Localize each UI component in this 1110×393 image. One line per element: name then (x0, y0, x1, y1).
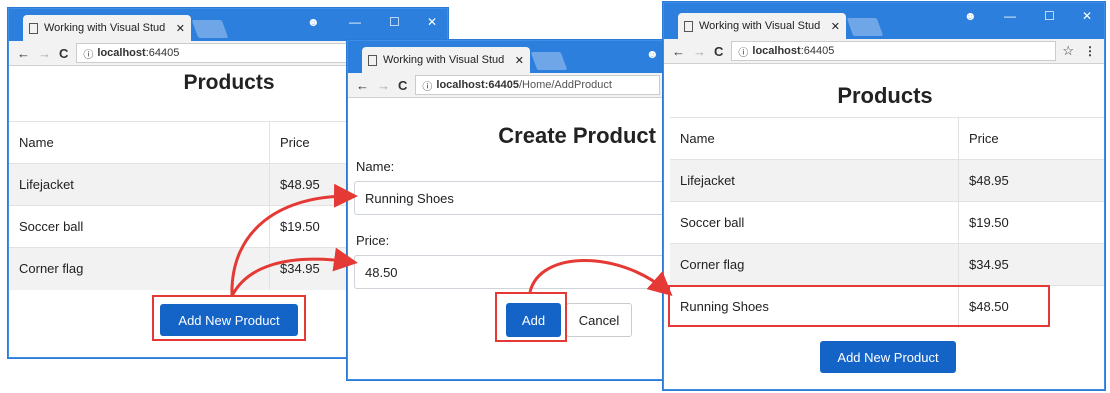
product-price: $48.95 (269, 163, 349, 206)
url-host: localhost (436, 79, 485, 91)
url-port: :64405 (484, 79, 519, 91)
page-icon (684, 20, 693, 32)
tab-title: Working with Visual Stud (44, 22, 166, 34)
info-icon[interactable]: ⓘ (422, 78, 432, 93)
url-path: /Home/AddProduct (518, 79, 612, 91)
back-icon[interactable]: ← (17, 46, 30, 61)
url-port: :64405 (145, 47, 180, 59)
highlight-add-button (495, 292, 567, 342)
product-name: Soccer ball (9, 205, 270, 248)
menu-icon[interactable]: ⋮ (1084, 44, 1096, 58)
info-icon[interactable]: ⓘ (83, 46, 93, 61)
products-table: Name Price Lifejacket $48.95 Soccer ball… (9, 121, 349, 290)
bookmark-star-icon[interactable]: ☆ (1062, 43, 1074, 59)
forward-icon[interactable]: → (38, 46, 51, 61)
tab-close-icon[interactable]: ✕ (831, 20, 840, 33)
table-row: Lifejacket $48.95 (670, 159, 1104, 202)
price-input[interactable]: 48.50 (354, 255, 666, 289)
add-new-product-button[interactable]: Add New Product (820, 341, 956, 373)
new-tab-button[interactable] (191, 20, 229, 38)
url-host: localhost (752, 45, 801, 57)
new-tab-button[interactable] (846, 18, 884, 36)
product-name: Soccer ball (670, 201, 959, 244)
title-bar: Working with Visual Stud ✕ ☻ — ☐ ✕ (9, 9, 447, 41)
column-header-name: Name (9, 121, 270, 164)
column-header-price: Price (269, 121, 349, 164)
product-price: $34.95 (958, 243, 1104, 286)
page-title: Create Product (498, 123, 656, 148)
account-icon[interactable]: ☻ (964, 9, 977, 23)
reload-icon[interactable]: C (714, 44, 723, 59)
product-price: $48.95 (958, 159, 1104, 202)
title-bar: Working with Visual Stud ✕ ☻ (348, 41, 666, 73)
close-icon[interactable]: ✕ (1082, 9, 1092, 23)
table-row: Soccer ball $19.50 (9, 205, 349, 248)
column-header-price: Price (958, 117, 1104, 160)
product-price: $19.50 (958, 201, 1104, 244)
back-icon[interactable]: ← (672, 44, 685, 59)
page-icon (368, 54, 377, 66)
forward-icon[interactable]: → (693, 44, 706, 59)
browser-tab[interactable]: Working with Visual Stud ✕ (362, 47, 530, 73)
minimize-icon[interactable]: — (349, 15, 361, 29)
tab-close-icon[interactable]: ✕ (515, 54, 524, 67)
column-header-name: Name (670, 117, 959, 160)
name-input[interactable]: Running Shoes (354, 181, 666, 215)
table-row: Soccer ball $19.50 (670, 201, 1104, 244)
table-row: Corner flag $34.95 (670, 243, 1104, 286)
table-row: Lifejacket $48.95 (9, 163, 349, 206)
back-icon[interactable]: ← (356, 78, 369, 93)
account-icon[interactable]: ☻ (646, 47, 659, 61)
cancel-button[interactable]: Cancel (566, 303, 632, 337)
account-icon[interactable]: ☻ (307, 15, 320, 29)
title-bar: Working with Visual Stud ✕ ☻ — ☐ ✕ (664, 3, 1104, 39)
url-host: localhost (97, 47, 146, 59)
page-icon (29, 22, 38, 34)
maximize-icon[interactable]: ☐ (1044, 9, 1055, 23)
browser-tab[interactable]: Working with Visual Stud ✕ (23, 15, 191, 41)
tab-title: Working with Visual Stud (699, 20, 821, 32)
product-name: Corner flag (670, 243, 959, 286)
url-port: :64405 (800, 45, 835, 57)
product-price: $19.50 (269, 205, 349, 248)
table-row: Corner flag $34.95 (9, 247, 349, 290)
new-tab-button[interactable] (530, 52, 568, 70)
reload-icon[interactable]: C (398, 78, 407, 93)
info-icon[interactable]: ⓘ (738, 44, 748, 59)
product-name: Lifejacket (670, 159, 959, 202)
close-icon[interactable]: ✕ (427, 15, 437, 29)
name-label: Name: (356, 159, 395, 174)
url-field[interactable]: ⓘ localhost :64405 (731, 41, 1057, 61)
tab-close-icon[interactable]: ✕ (176, 22, 185, 35)
product-price: $34.95 (269, 247, 349, 290)
address-bar: ← → C ⓘ localhost :64405 ☆ ⋮ (664, 39, 1104, 64)
browser-tab[interactable]: Working with Visual Stud ✕ (678, 13, 846, 39)
highlight-add-new-product (152, 295, 306, 341)
url-field[interactable]: ⓘ localhost :64405 /Home/AddProduct (415, 75, 660, 95)
product-name: Lifejacket (9, 163, 270, 206)
tab-title: Working with Visual Stud (383, 54, 505, 66)
reload-icon[interactable]: C (59, 46, 68, 61)
browser-window-products-updated: Working with Visual Stud ✕ ☻ — ☐ ✕ ← → C… (663, 2, 1105, 390)
highlight-new-row (668, 285, 1050, 327)
address-bar: ← → C ⓘ localhost :64405 /Home/AddProduc… (348, 73, 666, 98)
maximize-icon[interactable]: ☐ (389, 15, 400, 29)
price-label: Price: (356, 233, 390, 248)
forward-icon[interactable]: → (377, 78, 390, 93)
page-title: Products (837, 83, 933, 108)
product-name: Corner flag (9, 247, 270, 290)
minimize-icon[interactable]: — (1004, 9, 1016, 23)
